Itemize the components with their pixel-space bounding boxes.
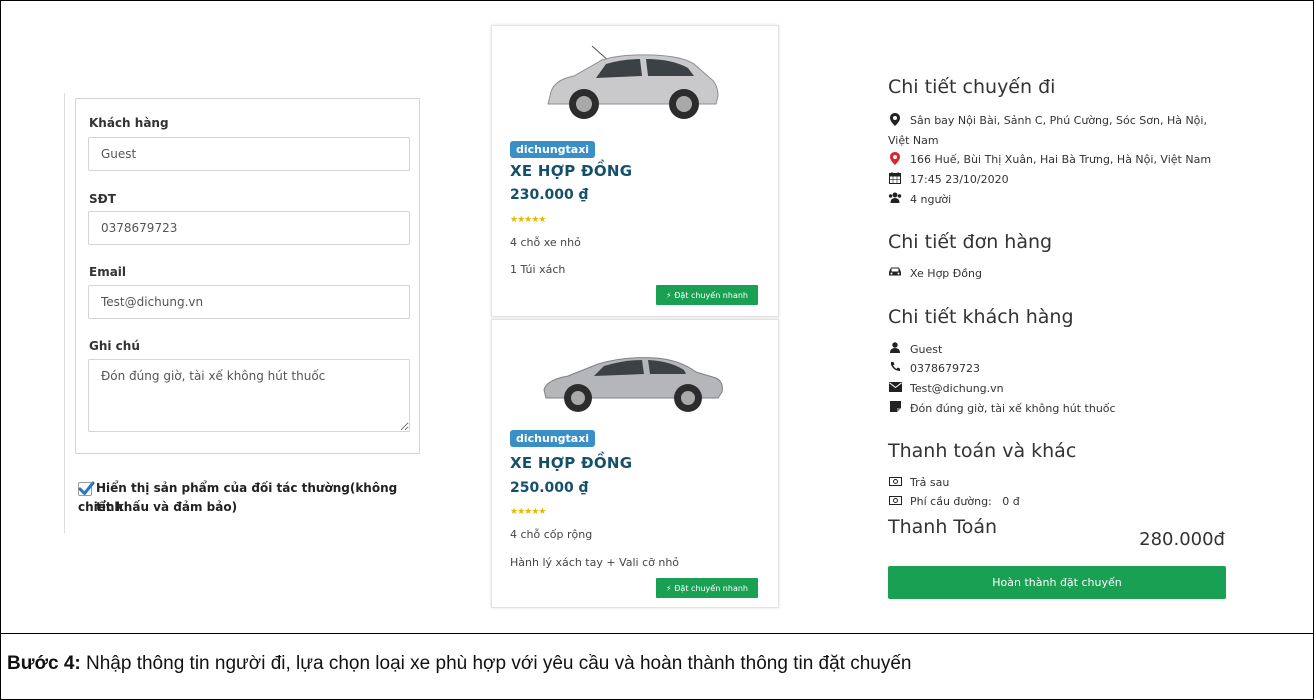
card-price: 250.000 ₫	[510, 480, 589, 496]
vehicle-type: Xe Hợp Đồng	[910, 267, 982, 280]
vehicle-card[interactable]: dichungtaxi XE HỢP ĐỒNG 250.000 ₫ ★★★★★ …	[491, 319, 779, 608]
customer-details-title: Chi tiết khách hàng	[888, 306, 1074, 328]
email-input[interactable]	[88, 285, 410, 319]
bolt-icon: ⚡	[666, 583, 672, 593]
toll-fee: Phí cầu đường: 0 đ	[910, 495, 1020, 508]
note-label: Ghi chú	[89, 339, 140, 353]
partner-badge: dichungtaxi	[510, 430, 596, 447]
dropoff-address: 166 Huế, Bùi Thị Xuân, Hai Bà Trưng, Hà …	[910, 153, 1212, 166]
order-details-title: Chi tiết đơn hàng	[888, 231, 1053, 253]
quick-book-label: Đặt chuyến nhanh	[674, 290, 748, 300]
trip-details-title: Chi tiết chuyến đi	[888, 76, 1056, 98]
card-luggage: 1 Túi xách	[510, 263, 566, 276]
hatchback-car-image	[547, 45, 719, 119]
money-icon	[888, 494, 902, 508]
note-textarea[interactable]: Đón đúng giờ, tài xế không hút thuốc	[88, 359, 410, 432]
customer-label: Khách hàng	[89, 116, 169, 130]
quick-book-button[interactable]: ⚡ Đặt chuyến nhanh	[656, 285, 758, 305]
step-caption-bold: Bước 4:	[7, 653, 81, 674]
finish-booking-button[interactable]: Hoàn thành đặt chuyến	[888, 566, 1226, 599]
calendar-icon	[888, 172, 902, 186]
envelope-icon	[888, 381, 902, 395]
quick-book-button[interactable]: ⚡ Đặt chuyến nhanh	[656, 578, 758, 598]
sedan-car-image	[543, 357, 723, 412]
rating-stars: ★★★★★	[510, 506, 546, 517]
step-caption: Bước 4: Nhập thông tin người đi, lựa chọ…	[7, 653, 912, 675]
customer-form: Khách hàng SĐT Email Ghi chú Đón đúng gi…	[75, 98, 420, 454]
user-icon	[888, 342, 902, 356]
star-icon: ★	[538, 214, 546, 224]
money-icon	[888, 475, 902, 489]
step-caption-text: Nhập thông tin người đi, lựa chọn loại x…	[80, 653, 912, 674]
email-label: Email	[89, 265, 127, 279]
pickup-address-cont: Việt Nam	[888, 134, 939, 147]
card-seats: 4 chỗ xe nhỏ	[510, 236, 581, 249]
card-seats: 4 chỗ cốp rộng	[510, 528, 593, 541]
partner-checkbox[interactable]	[78, 481, 95, 496]
payment-title: Thanh toán và khác	[888, 440, 1077, 462]
phone-label: SĐT	[89, 192, 116, 206]
total-label: Thanh Toán	[888, 516, 998, 538]
customer-email: Test@dichung.vn	[910, 382, 1004, 395]
map-marker-red-icon	[888, 152, 902, 166]
passenger-count: 4 người	[910, 193, 952, 206]
total-value: 280.000đ	[1139, 529, 1225, 550]
checkmark-icon	[78, 481, 95, 495]
star-icon: ★	[538, 506, 546, 516]
sticky-note-icon	[888, 401, 902, 415]
card-title: XE HỢP ĐỒNG	[510, 162, 633, 180]
bolt-icon: ⚡	[666, 290, 672, 300]
trip-datetime: 17:45 23/10/2020	[910, 173, 1009, 186]
phone-icon	[888, 361, 902, 375]
card-title: XE HỢP ĐỒNG	[510, 454, 633, 472]
customer-name: Guest	[910, 343, 943, 356]
car-icon	[888, 266, 902, 280]
customer-input[interactable]	[88, 137, 410, 171]
users-icon	[888, 192, 902, 206]
card-price: 230.000 ₫	[510, 187, 589, 203]
rating-stars: ★★★★★	[510, 214, 546, 225]
partner-checkbox-label-cont: chiết khấu và đảm bảo)	[78, 500, 238, 514]
caption-divider	[0, 633, 1314, 634]
phone-input[interactable]	[88, 211, 410, 245]
vehicle-card[interactable]: dichungtaxi XE HỢP ĐỒNG 230.000 ₫ ★★★★★ …	[491, 25, 779, 317]
quick-book-label: Đặt chuyến nhanh	[674, 583, 748, 593]
map-marker-icon	[888, 113, 902, 127]
customer-phone: 0378679723	[910, 362, 980, 375]
form-left-border	[64, 93, 65, 533]
card-luggage: Hành lý xách tay + Vali cỡ nhỏ	[510, 556, 680, 569]
payment-method: Trả sau	[910, 476, 950, 489]
partner-badge: dichungtaxi	[510, 141, 596, 158]
pickup-address: Sân bay Nội Bài, Sảnh C, Phú Cường, Sóc …	[910, 114, 1207, 127]
customer-note: Đón đúng giờ, tài xế không hút thuốc	[910, 402, 1116, 415]
